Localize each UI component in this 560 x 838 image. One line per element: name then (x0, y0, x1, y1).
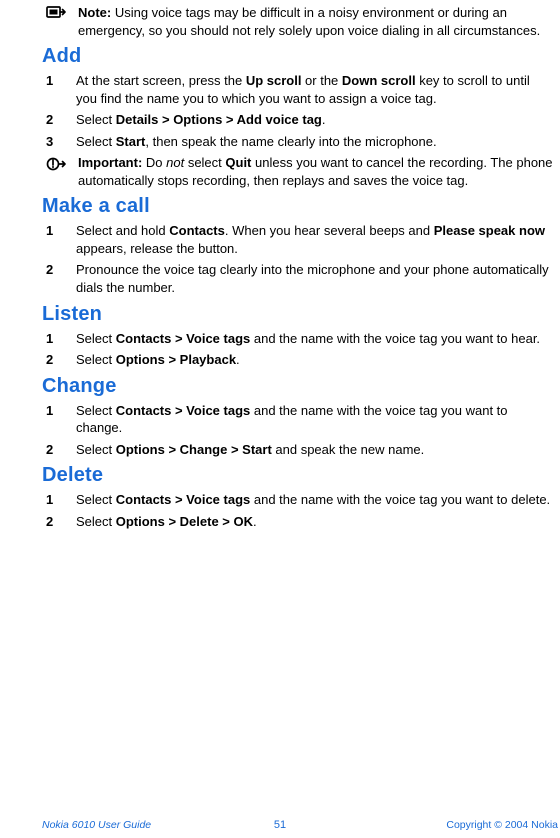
step-number: 1 (42, 330, 76, 348)
step-number: 2 (42, 111, 76, 129)
footer-copyright: Copyright © 2004 Nokia (446, 818, 558, 832)
important-label: Important: (78, 155, 142, 170)
list-item: 1 Select and hold Contacts. When you hea… (42, 222, 560, 257)
step-number: 3 (42, 133, 76, 151)
listen-steps: 1 Select Contacts > Voice tags and the n… (42, 330, 560, 369)
important-block: Important: Do not select Quit unless you… (42, 154, 560, 189)
step-text: At the start screen, press the Up scroll… (76, 72, 560, 107)
footer-left: Nokia 6010 User Guide (42, 818, 151, 832)
step-text: Select Options > Delete > OK. (76, 513, 560, 531)
heading-listen: Listen (42, 301, 560, 328)
heading-add: Add (42, 43, 560, 70)
step-number: 1 (42, 72, 76, 107)
step-text: Select Options > Change > Start and spea… (76, 441, 560, 459)
list-item: 2 Select Details > Options > Add voice t… (42, 111, 560, 129)
step-text: Select and hold Contacts. When you hear … (76, 222, 560, 257)
page-footer: Nokia 6010 User Guide 51 Copyright © 200… (0, 818, 560, 832)
heading-change: Change (42, 373, 560, 400)
delete-steps: 1 Select Contacts > Voice tags and the n… (42, 491, 560, 530)
list-item: 2 Select Options > Playback. (42, 351, 560, 369)
step-number: 1 (42, 222, 76, 257)
step-number: 2 (42, 441, 76, 459)
step-text: Pronounce the voice tag clearly into the… (76, 261, 560, 296)
document-page: Note: Using voice tags may be difficult … (0, 0, 560, 838)
note-icon (42, 4, 72, 39)
note-label: Note: (78, 5, 111, 20)
step-text: Select Details > Options > Add voice tag… (76, 111, 560, 129)
list-item: 1 At the start screen, press the Up scro… (42, 72, 560, 107)
important-icon (42, 154, 72, 189)
step-number: 1 (42, 491, 76, 509)
list-item: 1 Select Contacts > Voice tags and the n… (42, 330, 560, 348)
step-number: 2 (42, 261, 76, 296)
change-steps: 1 Select Contacts > Voice tags and the n… (42, 402, 560, 459)
list-item: 2 Select Options > Change > Start and sp… (42, 441, 560, 459)
step-text: Select Start, then speak the name clearl… (76, 133, 560, 151)
note-text: Note: Using voice tags may be difficult … (72, 4, 560, 39)
add-steps: 1 At the start screen, press the Up scro… (42, 72, 560, 150)
step-text: Select Contacts > Voice tags and the nam… (76, 330, 560, 348)
important-text: Important: Do not select Quit unless you… (72, 154, 560, 189)
step-number: 2 (42, 513, 76, 531)
step-text: Select Contacts > Voice tags and the nam… (76, 491, 560, 509)
step-number: 2 (42, 351, 76, 369)
list-item: 2 Select Options > Delete > OK. (42, 513, 560, 531)
step-text: Select Contacts > Voice tags and the nam… (76, 402, 560, 437)
heading-make-a-call: Make a call (42, 193, 560, 220)
list-item: 1 Select Contacts > Voice tags and the n… (42, 402, 560, 437)
footer-page-number: 51 (274, 818, 286, 833)
note-block: Note: Using voice tags may be difficult … (42, 4, 560, 39)
makecall-steps: 1 Select and hold Contacts. When you hea… (42, 222, 560, 296)
list-item: 2 Pronounce the voice tag clearly into t… (42, 261, 560, 296)
list-item: 1 Select Contacts > Voice tags and the n… (42, 491, 560, 509)
step-number: 1 (42, 402, 76, 437)
step-text: Select Options > Playback. (76, 351, 560, 369)
heading-delete: Delete (42, 462, 560, 489)
list-item: 3 Select Start, then speak the name clea… (42, 133, 560, 151)
note-body: Using voice tags may be difficult in a n… (78, 5, 540, 38)
